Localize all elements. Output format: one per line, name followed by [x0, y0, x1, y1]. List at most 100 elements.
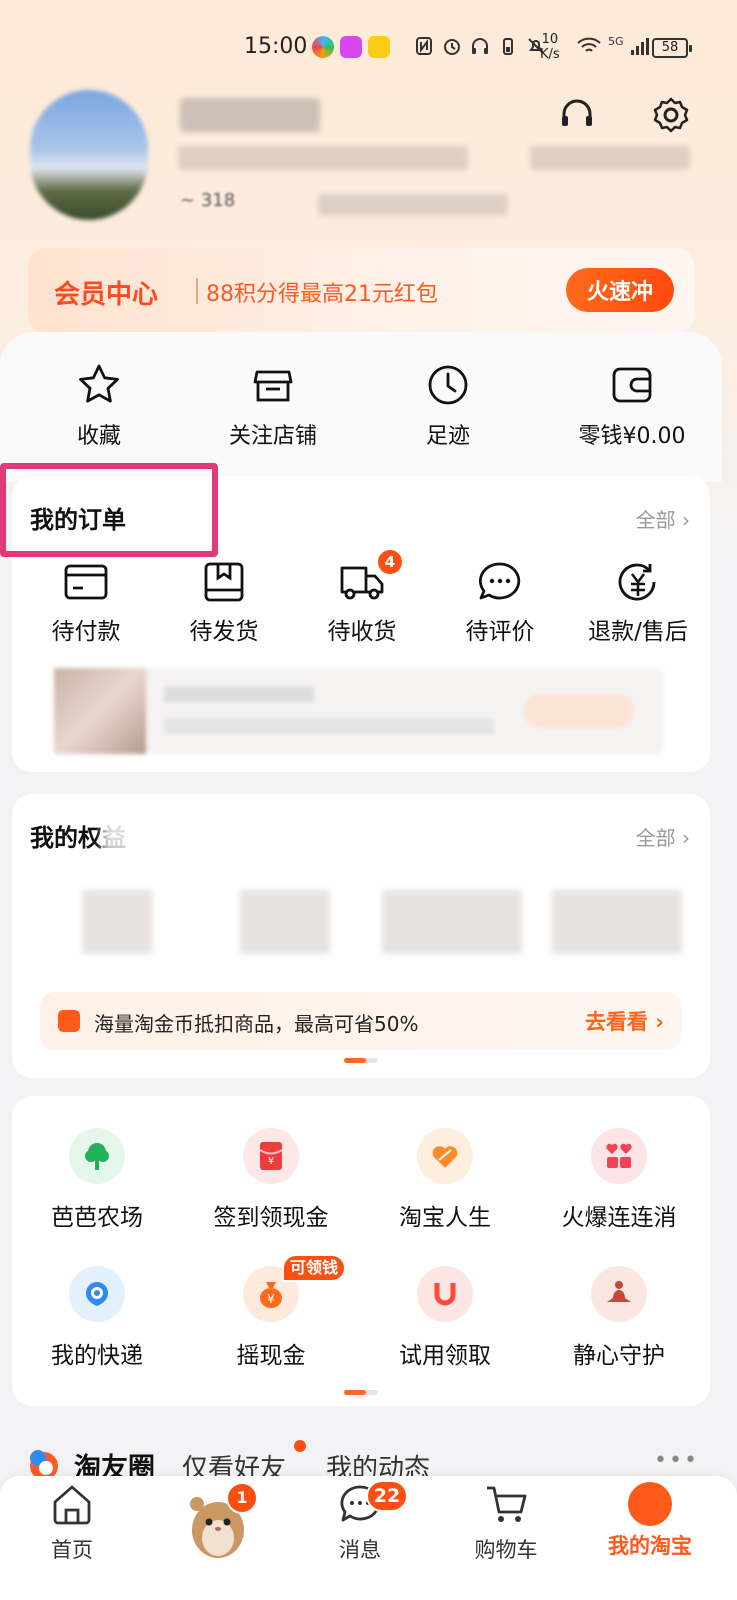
magnet-icon — [417, 1266, 473, 1322]
tab-hamster[interactable]: 1 — [158, 1482, 278, 1566]
member-center-banner[interactable]: 会员中心 88积分得最高21元红包 火速冲 — [28, 248, 694, 334]
app-label: 我的快递 — [51, 1343, 143, 1369]
alarm-icon — [444, 39, 460, 55]
order-text-blurred — [164, 718, 494, 734]
app-shake-cash[interactable]: ¥ 摇现金 可领钱 — [186, 1254, 356, 1370]
app-baba-farm[interactable]: 芭芭农场 — [12, 1128, 182, 1232]
app-match-game[interactable]: 火爆连连消 — [534, 1128, 704, 1232]
speed-value: 10 — [541, 32, 559, 47]
quick-label: 足迹 — [425, 424, 470, 449]
tab-label: 购物车 — [474, 1538, 538, 1562]
app-notification-icon — [340, 36, 362, 58]
status-bar: 15:00 10 K/s 5G 58 — [0, 28, 737, 72]
order-thumbnail — [54, 668, 146, 754]
battery-indicator: 58 — [652, 38, 692, 58]
order-label: 待收货 — [327, 619, 397, 645]
member-go-button[interactable]: 火速冲 — [566, 268, 674, 312]
quick-label: 关注店铺 — [228, 424, 317, 449]
tab-label: 首页 — [51, 1538, 93, 1562]
order-to-receive[interactable]: 待收货 4 — [292, 548, 432, 646]
tab-badge: 1 — [226, 1482, 258, 1514]
order-label: 待发货 — [189, 619, 259, 645]
rights-item-blurred[interactable] — [382, 890, 522, 954]
network-type: 5G — [608, 34, 624, 48]
taobao-icon — [628, 1482, 672, 1526]
quick-item-wallet[interactable]: 零钱¥0.00 — [558, 362, 706, 450]
order-to-review[interactable]: 待评价 — [430, 560, 570, 646]
member-title: 会员中心 — [54, 280, 159, 310]
order-to-ship[interactable]: 待发货 — [154, 560, 294, 646]
bottom-tab-bar: 首页 1 消息 22 购物车 我的淘宝 — [0, 1476, 737, 1600]
app-label: 试用领取 — [399, 1343, 491, 1369]
tab-my-taobao[interactable]: 我的淘宝 — [590, 1482, 710, 1560]
headphones-icon — [472, 38, 488, 54]
promo-go-link[interactable]: 去看看 › — [585, 1006, 664, 1036]
new-dot — [294, 1440, 306, 1452]
page-indicator — [344, 1058, 378, 1063]
order-refund-aftersale[interactable]: 退款/售后 — [568, 560, 708, 646]
tab-cart[interactable]: 购物车 — [446, 1482, 566, 1564]
app-label: 静心守护 — [573, 1343, 665, 1369]
store-icon — [253, 370, 293, 402]
blocks-icon — [591, 1128, 647, 1184]
quick-item-footprints[interactable]: 足迹 — [383, 362, 513, 450]
svg-text:¥: ¥ — [268, 1156, 274, 1167]
app-label: 淘宝人生 — [399, 1205, 491, 1231]
app-taobao-life[interactable]: 淘宝人生 — [360, 1128, 530, 1232]
quick-item-followed-stores[interactable]: 关注店铺 — [208, 362, 338, 450]
username-blurred — [180, 98, 320, 132]
tab-home[interactable]: 首页 — [12, 1482, 132, 1564]
profile-stat-value: 318 — [200, 190, 236, 211]
tree-icon — [69, 1128, 125, 1184]
order-label: 待付款 — [51, 619, 121, 645]
app-meditation[interactable]: 静心守护 — [534, 1266, 704, 1370]
my-rights-card: 我的权益 全部 › 海量淘金币抵扣商品，最高可省50% 去看看 › — [12, 794, 710, 1078]
rights-item-blurred[interactable] — [240, 890, 330, 954]
profile-info-blurred — [318, 194, 508, 216]
rights-item-blurred[interactable] — [82, 890, 152, 954]
card-icon — [64, 564, 108, 600]
tab-badge: 22 — [366, 1480, 408, 1512]
box-icon — [204, 562, 244, 602]
page-indicator — [344, 1390, 378, 1395]
app-label: 火爆连连消 — [561, 1205, 677, 1231]
quick-item-favorites[interactable]: 收藏 — [34, 362, 164, 450]
profile-stats: ~ 318 — [180, 190, 236, 211]
app-checkin-cash[interactable]: ¥ 签到领现金 — [186, 1128, 356, 1232]
orders-title-highlight — [0, 463, 218, 557]
tab-label: 我的淘宝 — [608, 1534, 692, 1558]
cart-icon — [487, 1486, 527, 1522]
rights-view-all-link[interactable]: 全部 › — [636, 822, 690, 851]
meditate-icon — [591, 1266, 647, 1322]
order-label: 待评价 — [465, 619, 535, 645]
refund-icon — [618, 563, 656, 601]
order-pending-payment[interactable]: 待付款 — [16, 560, 156, 646]
mini-apps-card: 芭芭农场 ¥ 签到领现金 淘宝人生 火爆连连消 我的快递 ¥ 摇现金 可领钱 试… — [12, 1096, 710, 1406]
rights-title-blur — [102, 812, 152, 852]
gold-coin-promo[interactable]: 海量淘金币抵扣商品，最高可省50% 去看看 › — [40, 992, 682, 1050]
star-icon — [79, 364, 119, 403]
network-speed: 10 K/s — [540, 32, 560, 62]
profile-info-blurred — [178, 146, 468, 170]
more-options-icon[interactable]: ••• — [654, 1448, 699, 1473]
profile-info-blurred — [530, 146, 690, 170]
signal-group: 5G — [576, 34, 652, 56]
app-trial[interactable]: 试用领取 — [360, 1266, 530, 1370]
status-app-icons — [312, 36, 390, 58]
app-my-courier[interactable]: 我的快递 — [12, 1266, 182, 1370]
avatar[interactable] — [30, 90, 148, 220]
rights-item-blurred[interactable] — [552, 890, 682, 954]
speed-unit: K/s — [540, 47, 560, 62]
order-preview-blurred[interactable] — [54, 668, 664, 754]
orders-view-all-link[interactable]: 全部 › — [636, 504, 690, 533]
promo-text: 海量淘金币抵扣商品，最高可省50% — [94, 1012, 419, 1036]
svg-text:¥: ¥ — [267, 1292, 275, 1306]
app-label: 摇现金 — [236, 1343, 306, 1369]
chat-icon — [479, 562, 521, 600]
customer-service-icon[interactable] — [558, 96, 596, 134]
order-label: 退款/售后 — [588, 619, 688, 645]
app-notification-icon — [312, 36, 334, 58]
status-time: 15:00 — [244, 34, 308, 59]
tab-messages[interactable]: 消息 22 — [300, 1480, 420, 1564]
settings-gear-icon[interactable] — [652, 96, 690, 134]
